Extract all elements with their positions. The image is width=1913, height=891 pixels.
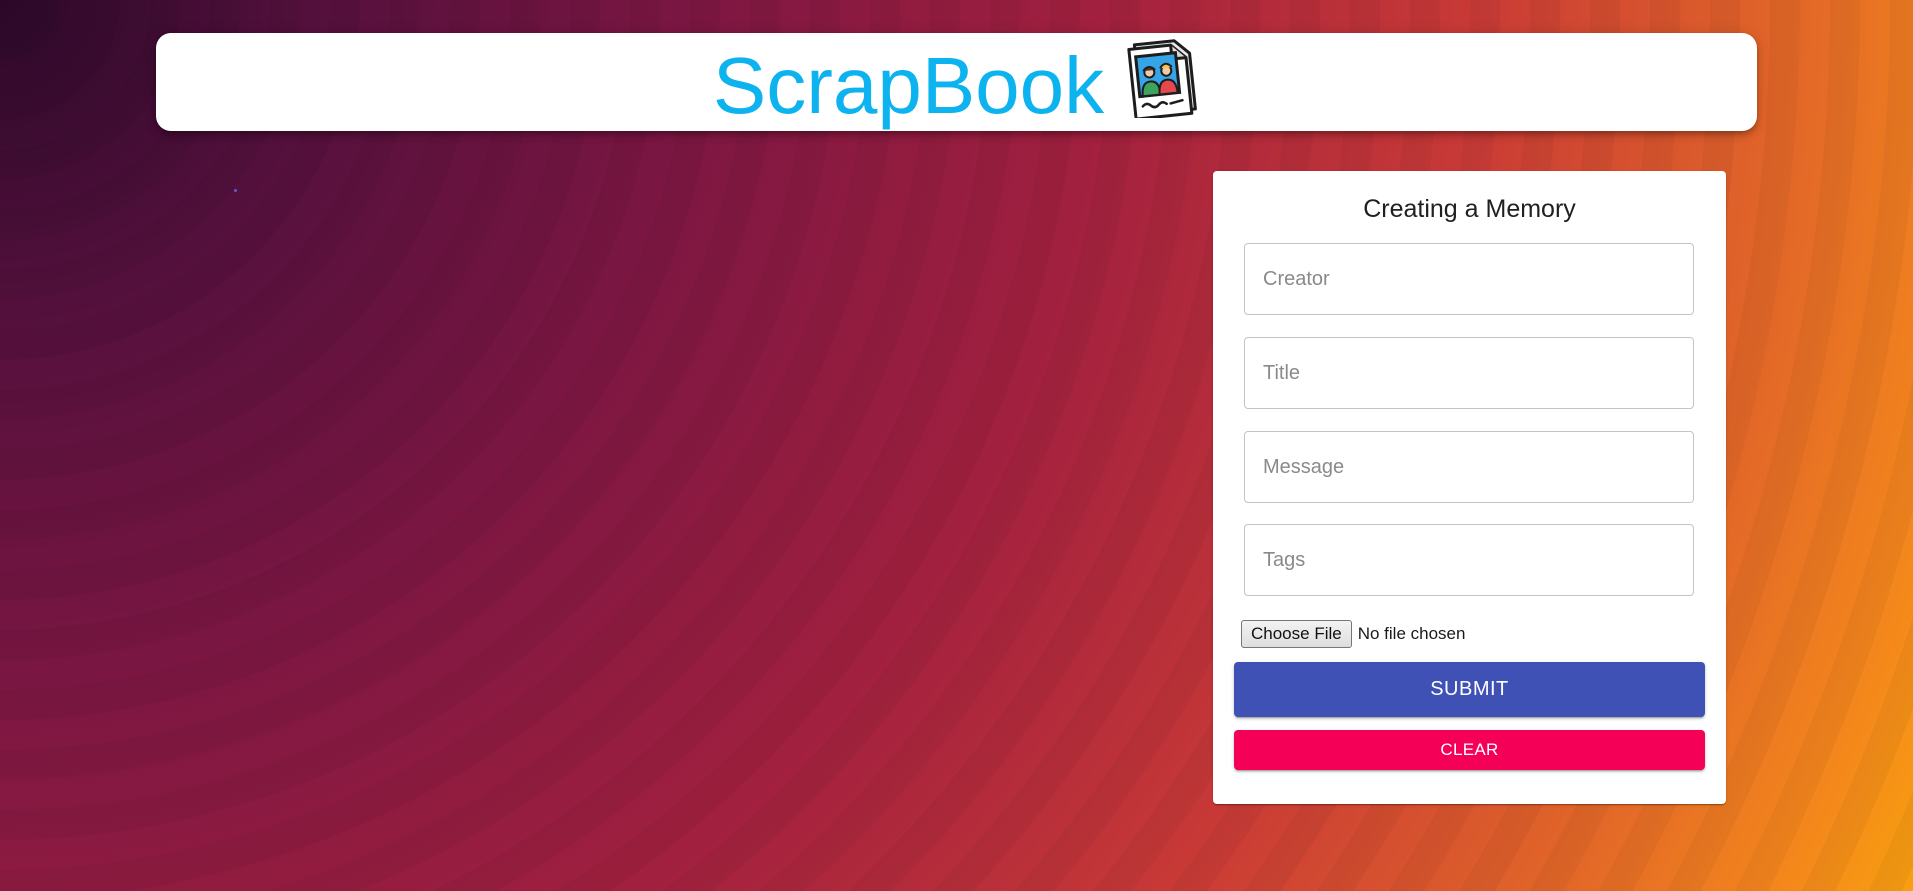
- tags-input[interactable]: [1244, 524, 1694, 596]
- clear-button[interactable]: CLEAR: [1234, 730, 1705, 770]
- message-input[interactable]: [1244, 431, 1694, 503]
- create-memory-form: Creating a Memory Choose File No file ch…: [1213, 171, 1726, 804]
- submit-button[interactable]: SUBMIT: [1234, 662, 1705, 717]
- photo-memories-icon: [1127, 39, 1198, 118]
- title-input[interactable]: [1244, 337, 1694, 409]
- app-bar: ScrapBook: [156, 33, 1757, 131]
- brand-title: ScrapBook: [712, 41, 1105, 130]
- file-input: Choose File No file chosen: [1241, 620, 1465, 648]
- form-title: Creating a Memory: [1363, 195, 1576, 223]
- stray-dot: [234, 189, 237, 192]
- choose-file-button[interactable]: Choose File: [1241, 620, 1352, 648]
- file-status: No file chosen: [1357, 624, 1466, 643]
- creator-input[interactable]: [1244, 243, 1694, 315]
